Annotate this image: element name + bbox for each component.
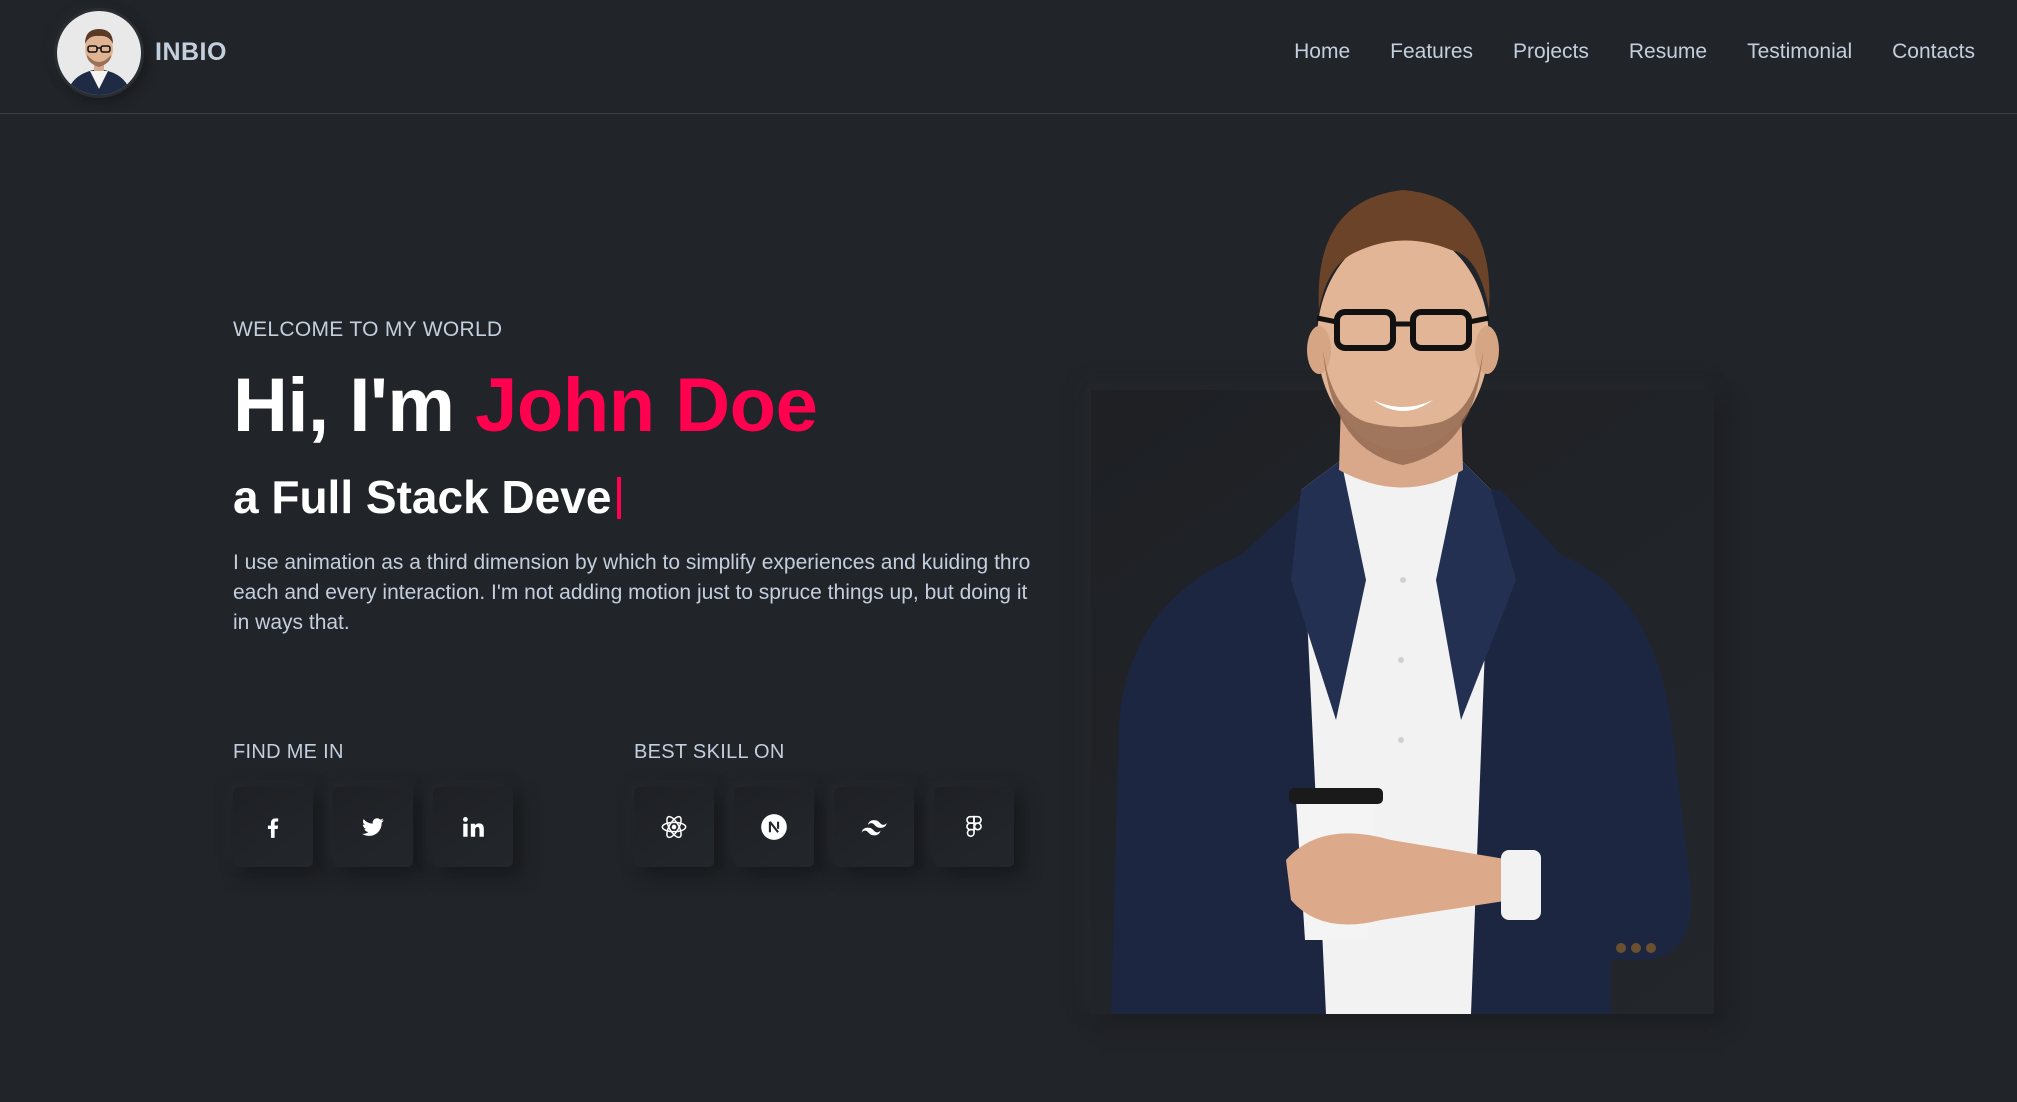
nav-projects[interactable]: Projects xyxy=(1513,40,1589,64)
site-header: INBIO Home Features Projects Resume Test… xyxy=(0,0,2017,114)
nav-testimonial[interactable]: Testimonial xyxy=(1747,40,1852,64)
person-illustration xyxy=(1111,190,1692,1014)
nextjs-button[interactable] xyxy=(734,787,814,867)
nav-resume[interactable]: Resume xyxy=(1629,40,1707,64)
hero-role: a Full Stack Deve xyxy=(233,470,622,524)
logo-avatar[interactable] xyxy=(54,8,144,98)
facebook-button[interactable] xyxy=(233,787,313,867)
hero-title: Hi, I'm John Doe xyxy=(233,362,818,449)
social-links xyxy=(233,787,513,867)
nav-home[interactable]: Home xyxy=(1294,40,1350,64)
figma-icon xyxy=(966,815,982,837)
react-icon xyxy=(661,815,687,839)
hero-name: John Doe xyxy=(475,363,818,448)
figma-button[interactable] xyxy=(934,787,1014,867)
avatar-image xyxy=(57,11,141,95)
twitter-button[interactable] xyxy=(333,787,413,867)
hero-description: I use animation as a third dimension by … xyxy=(233,551,1031,634)
twitter-icon xyxy=(362,818,384,836)
main-nav: Home Features Projects Resume Testimonia… xyxy=(1294,40,1975,64)
linkedin-icon xyxy=(463,817,484,837)
facebook-icon xyxy=(267,818,279,838)
tailwind-icon xyxy=(861,820,887,836)
nav-contacts[interactable]: Contacts xyxy=(1892,40,1975,64)
linkedin-button[interactable] xyxy=(433,787,513,867)
logo-text[interactable]: INBIO xyxy=(155,38,227,67)
best-skill-label: BEST SKILL ON xyxy=(634,741,785,763)
react-button[interactable] xyxy=(634,787,714,867)
skill-icons xyxy=(634,787,1014,867)
nav-features[interactable]: Features xyxy=(1390,40,1473,64)
typing-cursor xyxy=(617,477,622,519)
welcome-text: WELCOME TO MY WORLD xyxy=(233,318,503,341)
tailwind-button[interactable] xyxy=(834,787,914,867)
portrait-image xyxy=(1091,160,1714,1014)
hero-greeting: Hi, I'm xyxy=(233,363,476,448)
find-me-label: FIND ME IN xyxy=(233,741,344,763)
hero-role-text: a Full Stack Deve xyxy=(233,471,612,523)
nextjs-icon xyxy=(761,814,787,840)
